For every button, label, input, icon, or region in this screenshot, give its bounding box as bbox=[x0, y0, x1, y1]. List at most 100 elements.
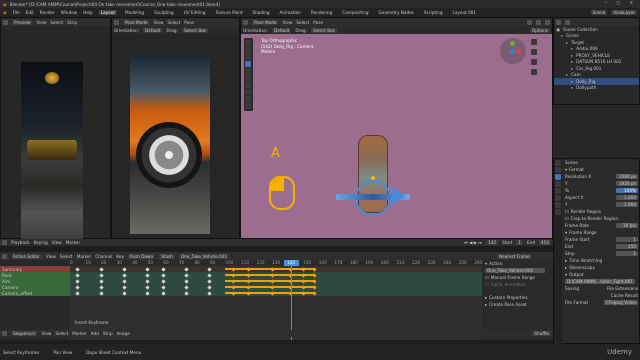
editor-type-icon[interactable] bbox=[2, 331, 7, 336]
viewlayer-selector[interactable]: ViewLayer bbox=[611, 10, 637, 15]
workspace-tab-sculpting[interactable]: Sculpting bbox=[152, 10, 176, 15]
menu-edit[interactable]: Edit bbox=[26, 10, 34, 15]
sequencer-mode-dropdown[interactable]: Sequencer bbox=[11, 331, 38, 336]
manual-frame-range-row[interactable]: ☐ Manual Frame Range bbox=[482, 274, 553, 281]
keyframe[interactable] bbox=[311, 278, 317, 284]
menu-select[interactable]: Select bbox=[296, 20, 309, 25]
keyframe[interactable] bbox=[311, 272, 317, 278]
timeline-view-menu[interactable]: View bbox=[52, 240, 62, 245]
filter-icon[interactable] bbox=[565, 19, 570, 25]
ds-menu-select[interactable]: Select bbox=[60, 254, 73, 259]
tool-tab-icon[interactable] bbox=[555, 160, 561, 166]
ds-menu-marker[interactable]: Marker bbox=[77, 254, 91, 259]
checkbox-icon[interactable]: ☐ bbox=[565, 216, 569, 221]
prop-value-field[interactable]: 1080 px bbox=[616, 174, 638, 179]
editor-type-icon[interactable] bbox=[243, 19, 248, 25]
ds-menu-view[interactable]: View bbox=[46, 254, 56, 259]
keyframe[interactable] bbox=[122, 290, 127, 296]
keyframe[interactable] bbox=[269, 290, 275, 296]
zoom-icon[interactable] bbox=[531, 39, 537, 45]
scale-tool-icon[interactable] bbox=[245, 68, 251, 74]
workspace-tab-scripting[interactable]: Scripting bbox=[422, 10, 445, 15]
seq-menu-add[interactable]: Add bbox=[91, 331, 99, 336]
rotate-tool-icon[interactable] bbox=[245, 61, 251, 67]
stash-button[interactable]: Stash bbox=[159, 253, 175, 259]
keyframe[interactable] bbox=[161, 278, 166, 284]
drag-dropdown[interactable]: Select Box bbox=[310, 27, 338, 33]
camera-view-icon[interactable] bbox=[531, 59, 537, 65]
keyframe[interactable] bbox=[145, 272, 150, 278]
end-frame-field[interactable]: 450 bbox=[539, 240, 551, 245]
keyframe[interactable] bbox=[145, 290, 150, 296]
keyframe[interactable] bbox=[98, 290, 104, 296]
keyframe[interactable] bbox=[75, 284, 80, 290]
prop-value-field[interactable]: 30 fps bbox=[616, 223, 638, 228]
keyframe[interactable] bbox=[98, 266, 104, 272]
preview-menu-view[interactable]: View bbox=[36, 20, 46, 25]
prop-value-field[interactable]: 1 bbox=[616, 251, 638, 256]
keyframe[interactable] bbox=[98, 284, 104, 290]
pan-hand-icon[interactable] bbox=[531, 49, 537, 55]
snapping-dropdown[interactable]: Nearest Frame bbox=[497, 252, 532, 260]
orientation-dropdown[interactable]: Default bbox=[143, 27, 163, 33]
playhead[interactable]: 142 bbox=[283, 260, 299, 340]
preview-menu-strip[interactable]: Strip bbox=[67, 20, 77, 25]
custom-properties-header[interactable]: ▸ Custom Properties bbox=[482, 294, 553, 301]
menu-view[interactable]: View bbox=[153, 20, 163, 25]
menu-pose[interactable]: Pose bbox=[313, 20, 323, 25]
keyframe[interactable] bbox=[207, 284, 213, 290]
action-panel-header[interactable]: ▾ Action bbox=[482, 260, 553, 267]
scene-tab-icon[interactable] bbox=[555, 188, 561, 194]
keyframe[interactable] bbox=[122, 284, 127, 290]
format-section-header[interactable]: ▾ Format bbox=[562, 166, 640, 173]
menu-help[interactable]: Help bbox=[83, 10, 93, 15]
shading-solid-icon[interactable] bbox=[527, 19, 532, 25]
keyframe[interactable] bbox=[207, 272, 213, 278]
measure-tool-icon[interactable] bbox=[245, 89, 251, 95]
keyframe[interactable] bbox=[207, 266, 213, 272]
keyframe[interactable] bbox=[269, 266, 275, 272]
direction-arrow-icon[interactable] bbox=[391, 186, 405, 206]
create-pose-asset-header[interactable]: ▸ Create Pose Asset bbox=[482, 301, 553, 308]
navigation-gizmo[interactable] bbox=[500, 38, 526, 64]
options-dropdown[interactable]: Options bbox=[529, 27, 550, 33]
keyframe[interactable] bbox=[75, 272, 80, 278]
cache-result-checkbox[interactable]: Cache Result bbox=[611, 293, 638, 298]
stereoscopy-header[interactable]: ▸ Stereoscopy bbox=[562, 264, 640, 271]
keyframe[interactable] bbox=[311, 284, 317, 290]
window-controls[interactable]: – ▢ ✕ bbox=[605, 0, 637, 5]
keyframe[interactable] bbox=[161, 284, 166, 290]
seq-menu-image[interactable]: Image bbox=[117, 331, 130, 336]
render-tab-icon[interactable] bbox=[555, 167, 561, 173]
annotate-tool-icon[interactable] bbox=[245, 82, 251, 88]
ortho-grid-icon[interactable] bbox=[531, 69, 537, 75]
file-extensions-checkbox[interactable]: File Extensions bbox=[607, 286, 638, 291]
timeline-keying-menu[interactable]: Keying bbox=[34, 240, 48, 245]
menu-render[interactable]: Render bbox=[40, 10, 55, 15]
keyframe[interactable] bbox=[161, 266, 166, 272]
editor-type-icon[interactable] bbox=[3, 19, 8, 25]
prop-value-field[interactable]: 450 bbox=[616, 244, 638, 249]
keyframe[interactable] bbox=[184, 266, 189, 272]
keyframe[interactable] bbox=[184, 278, 189, 284]
seq-menu-marker[interactable]: Marker bbox=[72, 331, 86, 336]
keyframe[interactable] bbox=[145, 284, 150, 290]
menu-pose[interactable]: Pose bbox=[184, 20, 194, 25]
keyframe[interactable] bbox=[161, 272, 166, 278]
keyframe[interactable] bbox=[269, 278, 275, 284]
frame-range-header[interactable]: ▾ Frame Range bbox=[562, 229, 640, 236]
prop-value-field[interactable]: 1.000 bbox=[616, 195, 638, 200]
workspace-tab-texture-paint[interactable]: Texture Paint bbox=[214, 10, 245, 15]
keyframe[interactable] bbox=[98, 272, 104, 278]
shading-material-icon[interactable] bbox=[536, 19, 541, 25]
menu-view[interactable]: View bbox=[282, 20, 292, 25]
keyframe[interactable] bbox=[311, 266, 317, 272]
current-frame-field[interactable]: 142 bbox=[486, 240, 499, 245]
drag-dropdown[interactable]: Select Box bbox=[181, 27, 209, 33]
action-selector[interactable]: One_Take_Vehicle.001 bbox=[178, 253, 230, 259]
prop-value-field[interactable]: 100% bbox=[616, 188, 638, 193]
keyframe[interactable] bbox=[122, 272, 127, 278]
workspace-tab-uv-editing[interactable]: UV Editing bbox=[182, 10, 208, 15]
workspace-tab-animation[interactable]: Animation bbox=[278, 10, 303, 15]
axis-y-icon[interactable] bbox=[510, 41, 515, 46]
